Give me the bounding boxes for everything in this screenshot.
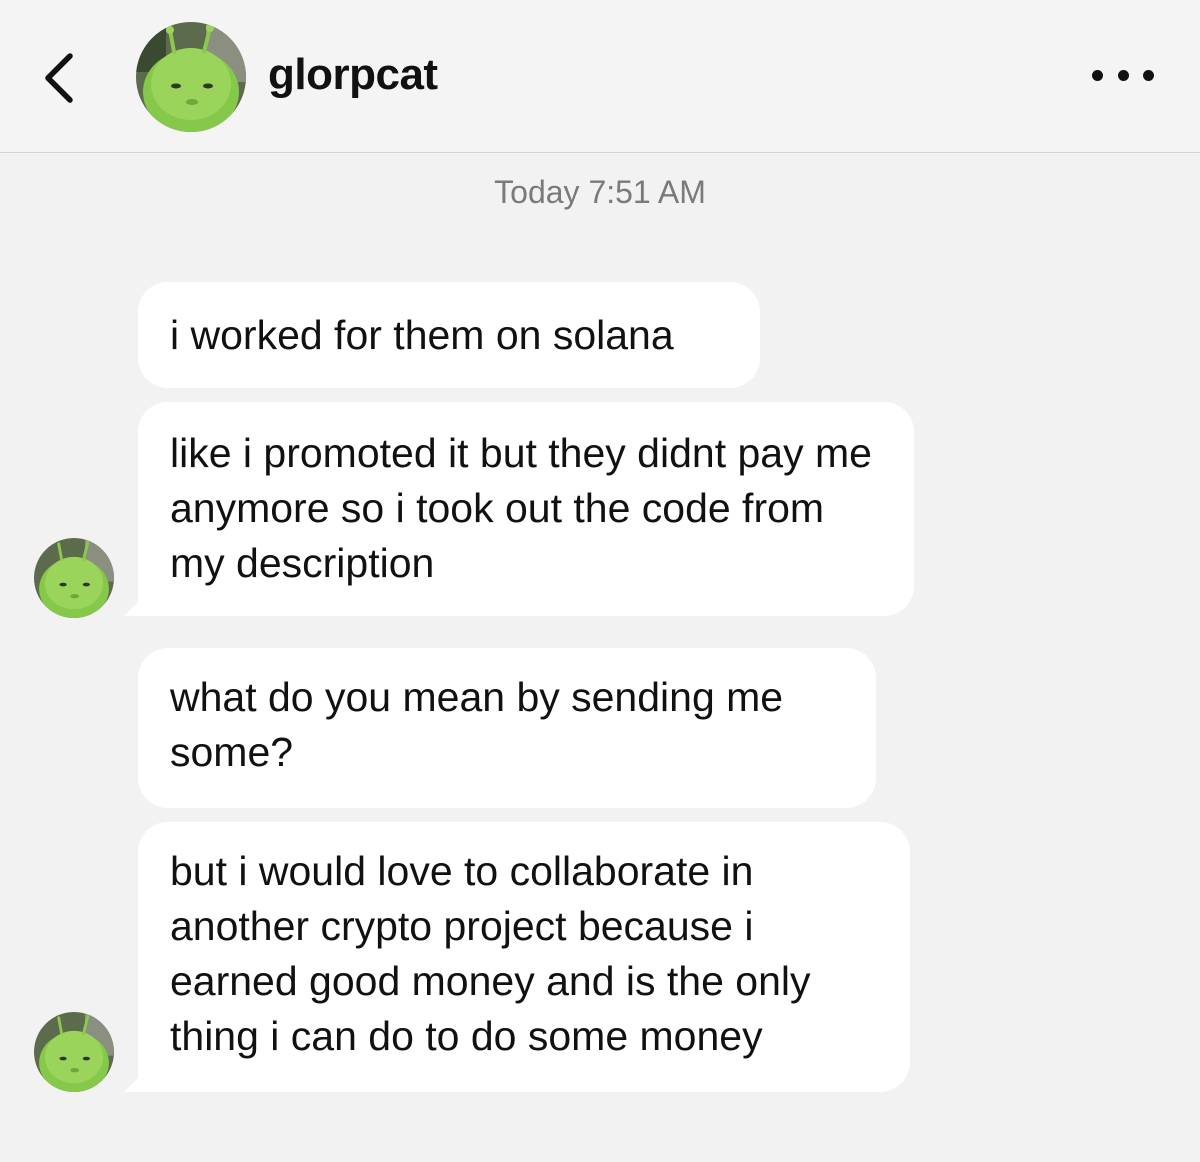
avatar[interactable] bbox=[34, 1012, 114, 1092]
back-button[interactable] bbox=[38, 50, 82, 106]
chat-header: glorpcat bbox=[0, 0, 1200, 153]
message-bubble[interactable]: but i would love to collaborate in anoth… bbox=[138, 822, 910, 1092]
message-text: but i would love to collaborate in anoth… bbox=[170, 848, 811, 1059]
message-text: i worked for them on solana bbox=[170, 312, 674, 358]
more-options-button[interactable] bbox=[1092, 62, 1154, 88]
message-text: like i promoted it but they didnt pay me… bbox=[170, 430, 872, 586]
chat-username[interactable]: glorpcat bbox=[268, 50, 438, 100]
green-cat-avatar-icon bbox=[34, 538, 114, 618]
message-bubble[interactable]: i worked for them on solana bbox=[138, 282, 760, 388]
message-text: what do you mean by sending me some? bbox=[170, 674, 784, 775]
avatar[interactable] bbox=[34, 538, 114, 618]
more-horizontal-icon bbox=[1143, 69, 1154, 81]
avatar[interactable] bbox=[136, 22, 246, 132]
more-horizontal-icon bbox=[1117, 69, 1129, 81]
more-horizontal-icon bbox=[1092, 69, 1103, 81]
green-cat-avatar-icon bbox=[34, 1012, 114, 1092]
message-bubble[interactable]: like i promoted it but they didnt pay me… bbox=[138, 402, 914, 616]
green-cat-avatar-icon bbox=[136, 22, 246, 132]
message-timestamp: Today 7:51 AM bbox=[494, 174, 706, 210]
chevron-left-icon bbox=[45, 53, 73, 103]
message-bubble[interactable]: what do you mean by sending me some? bbox=[138, 648, 876, 808]
